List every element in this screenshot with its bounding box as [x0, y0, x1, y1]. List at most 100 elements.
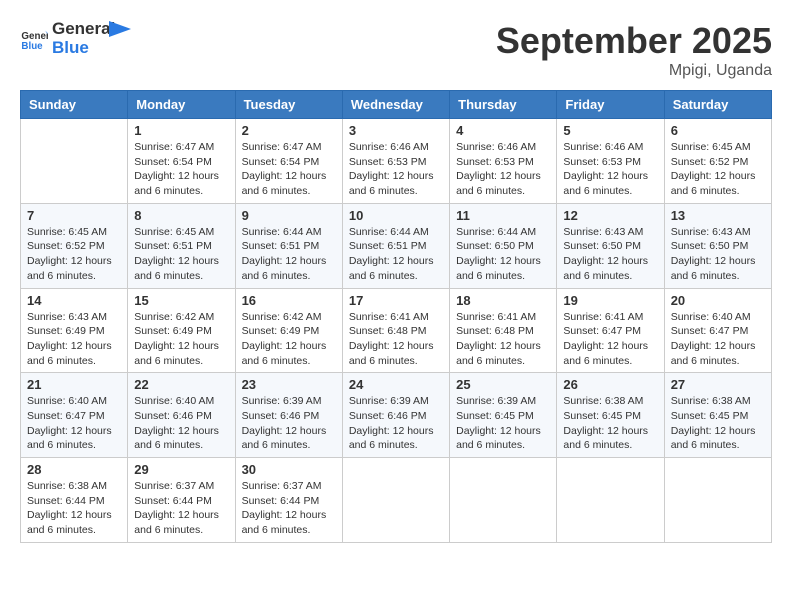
calendar-cell: [557, 458, 664, 543]
header-friday: Friday: [557, 91, 664, 119]
day-number: 16: [242, 293, 336, 308]
day-number: 12: [563, 208, 657, 223]
day-info: Sunrise: 6:46 AM Sunset: 6:53 PM Dayligh…: [349, 140, 443, 199]
day-number: 14: [27, 293, 121, 308]
day-info: Sunrise: 6:41 AM Sunset: 6:47 PM Dayligh…: [563, 310, 657, 369]
day-info: Sunrise: 6:42 AM Sunset: 6:49 PM Dayligh…: [242, 310, 336, 369]
calendar-cell: 25Sunrise: 6:39 AM Sunset: 6:45 PM Dayli…: [450, 373, 557, 458]
calendar-cell: 24 Sunrise: 6:39 AM Sunset: 6:46 PM Dayli…: [342, 373, 449, 458]
day-info: Sunrise: 6:47 AM Sunset: 6:54 PM Dayligh…: [134, 140, 228, 199]
calendar-table: SundayMondayTuesdayWednesdayThursdayFrid…: [20, 90, 772, 543]
day-info: Sunrise: 6:39 AM Sunset: 6:46 PM Dayligh…: [242, 394, 336, 453]
calendar-cell: 12 Sunrise: 6:43 AM Sunset: 6:50 PM Dayli…: [557, 203, 664, 288]
day-number: 2: [242, 123, 336, 138]
day-info: Sunrise: 6:44 AM Sunset: 6:51 PM Dayligh…: [349, 225, 443, 284]
day-number: 9: [242, 208, 336, 223]
title-area: September 2025 Mpigi, Uganda: [496, 20, 772, 80]
week-row-4: 28 Sunrise: 6:38 AM Sunset: 6:44 PM Dayli…: [21, 458, 772, 543]
calendar-cell: 10 Sunrise: 6:44 AM Sunset: 6:51 PM Dayli…: [342, 203, 449, 288]
day-number: 17: [349, 293, 443, 308]
day-number: 18: [456, 293, 550, 308]
day-number: 10: [349, 208, 443, 223]
day-info: Sunrise: 6:37 AM Sunset: 6:44 PM Dayligh…: [134, 479, 228, 538]
calendar-cell: 26 Sunrise: 6:38 AM Sunset: 6:45 PM Dayli…: [557, 373, 664, 458]
header-sunday: Sunday: [21, 91, 128, 119]
day-number: 24: [349, 377, 443, 392]
calendar-cell: 8 Sunrise: 6:45 AM Sunset: 6:51 PM Daylig…: [128, 203, 235, 288]
calendar-cell: 21 Sunrise: 6:40 AM Sunset: 6:47 PM Dayli…: [21, 373, 128, 458]
day-info: Sunrise: 6:41 AM Sunset: 6:48 PM Dayligh…: [456, 310, 550, 369]
calendar-cell: [664, 458, 771, 543]
day-info: Sunrise: 6:40 AM Sunset: 6:47 PM Dayligh…: [27, 394, 121, 453]
day-info: Sunrise: 6:39 AM Sunset: 6:46 PM Dayligh…: [349, 394, 443, 453]
day-number: 21: [27, 377, 121, 392]
day-info: Sunrise: 6:46 AM Sunset: 6:53 PM Dayligh…: [456, 140, 550, 199]
calendar-cell: 27 Sunrise: 6:38 AM Sunset: 6:45 PM Dayli…: [664, 373, 771, 458]
day-info: Sunrise: 6:44 AM Sunset: 6:50 PM Dayligh…: [456, 225, 550, 284]
calendar-header-row: SundayMondayTuesdayWednesdayThursdayFrid…: [21, 91, 772, 119]
calendar-cell: 15 Sunrise: 6:42 AM Sunset: 6:49 PM Dayli…: [128, 288, 235, 373]
day-number: 6: [671, 123, 765, 138]
day-number: 29: [134, 462, 228, 477]
day-info: Sunrise: 6:43 AM Sunset: 6:49 PM Dayligh…: [27, 310, 121, 369]
calendar-cell: 19 Sunrise: 6:41 AM Sunset: 6:47 PM Dayli…: [557, 288, 664, 373]
calendar-cell: 13Sunrise: 6:43 AM Sunset: 6:50 PM Dayli…: [664, 203, 771, 288]
calendar-cell: 14 Sunrise: 6:43 AM Sunset: 6:49 PM Dayli…: [21, 288, 128, 373]
calendar-cell: 20Sunrise: 6:40 AM Sunset: 6:47 PM Dayli…: [664, 288, 771, 373]
header: General Blue General Blue September 2025…: [20, 20, 772, 80]
day-info: Sunrise: 6:38 AM Sunset: 6:44 PM Dayligh…: [27, 479, 121, 538]
calendar-cell: 28 Sunrise: 6:38 AM Sunset: 6:44 PM Dayli…: [21, 458, 128, 543]
day-number: 27: [671, 377, 765, 392]
day-number: 22: [134, 377, 228, 392]
day-info: Sunrise: 6:43 AM Sunset: 6:50 PM Dayligh…: [563, 225, 657, 284]
day-info: Sunrise: 6:37 AM Sunset: 6:44 PM Dayligh…: [242, 479, 336, 538]
day-number: 20: [671, 293, 765, 308]
week-row-0: 1 Sunrise: 6:47 AM Sunset: 6:54 PM Daylig…: [21, 119, 772, 204]
day-number: 7: [27, 208, 121, 223]
day-number: 28: [27, 462, 121, 477]
logo: General Blue General Blue: [20, 20, 131, 57]
day-info: Sunrise: 6:46 AM Sunset: 6:53 PM Dayligh…: [563, 140, 657, 199]
day-number: 1: [134, 123, 228, 138]
svg-text:Blue: Blue: [21, 40, 43, 51]
day-number: 15: [134, 293, 228, 308]
day-info: Sunrise: 6:47 AM Sunset: 6:54 PM Dayligh…: [242, 140, 336, 199]
day-number: 4: [456, 123, 550, 138]
logo-blue-text: Blue: [52, 39, 115, 58]
calendar-cell: 6Sunrise: 6:45 AM Sunset: 6:52 PM Daylig…: [664, 119, 771, 204]
day-number: 19: [563, 293, 657, 308]
day-number: 26: [563, 377, 657, 392]
day-info: Sunrise: 6:45 AM Sunset: 6:52 PM Dayligh…: [27, 225, 121, 284]
header-thursday: Thursday: [450, 91, 557, 119]
header-monday: Monday: [128, 91, 235, 119]
calendar-cell: 17 Sunrise: 6:41 AM Sunset: 6:48 PM Dayli…: [342, 288, 449, 373]
day-number: 30: [242, 462, 336, 477]
day-number: 11: [456, 208, 550, 223]
calendar-cell: 18 Sunrise: 6:41 AM Sunset: 6:48 PM Dayli…: [450, 288, 557, 373]
calendar-cell: 16 Sunrise: 6:42 AM Sunset: 6:49 PM Dayli…: [235, 288, 342, 373]
month-title: September 2025: [496, 20, 772, 62]
day-number: 3: [349, 123, 443, 138]
day-number: 23: [242, 377, 336, 392]
day-info: Sunrise: 6:42 AM Sunset: 6:49 PM Dayligh…: [134, 310, 228, 369]
calendar-cell: 11 Sunrise: 6:44 AM Sunset: 6:50 PM Dayli…: [450, 203, 557, 288]
calendar-cell: [450, 458, 557, 543]
logo-icon: General Blue: [20, 25, 48, 53]
day-info: Sunrise: 6:38 AM Sunset: 6:45 PM Dayligh…: [563, 394, 657, 453]
header-wednesday: Wednesday: [342, 91, 449, 119]
day-info: Sunrise: 6:44 AM Sunset: 6:51 PM Dayligh…: [242, 225, 336, 284]
day-number: 8: [134, 208, 228, 223]
calendar-cell: [342, 458, 449, 543]
calendar-cell: 7 Sunrise: 6:45 AM Sunset: 6:52 PM Daylig…: [21, 203, 128, 288]
logo-flag-icon: [109, 21, 131, 49]
week-row-2: 14 Sunrise: 6:43 AM Sunset: 6:49 PM Dayli…: [21, 288, 772, 373]
calendar-cell: [21, 119, 128, 204]
day-info: Sunrise: 6:41 AM Sunset: 6:48 PM Dayligh…: [349, 310, 443, 369]
calendar-cell: 22Sunrise: 6:40 AM Sunset: 6:46 PM Dayli…: [128, 373, 235, 458]
day-info: Sunrise: 6:43 AM Sunset: 6:50 PM Dayligh…: [671, 225, 765, 284]
day-info: Sunrise: 6:45 AM Sunset: 6:51 PM Dayligh…: [134, 225, 228, 284]
calendar-cell: 9 Sunrise: 6:44 AM Sunset: 6:51 PM Daylig…: [235, 203, 342, 288]
day-info: Sunrise: 6:38 AM Sunset: 6:45 PM Dayligh…: [671, 394, 765, 453]
day-info: Sunrise: 6:39 AM Sunset: 6:45 PM Dayligh…: [456, 394, 550, 453]
day-number: 5: [563, 123, 657, 138]
